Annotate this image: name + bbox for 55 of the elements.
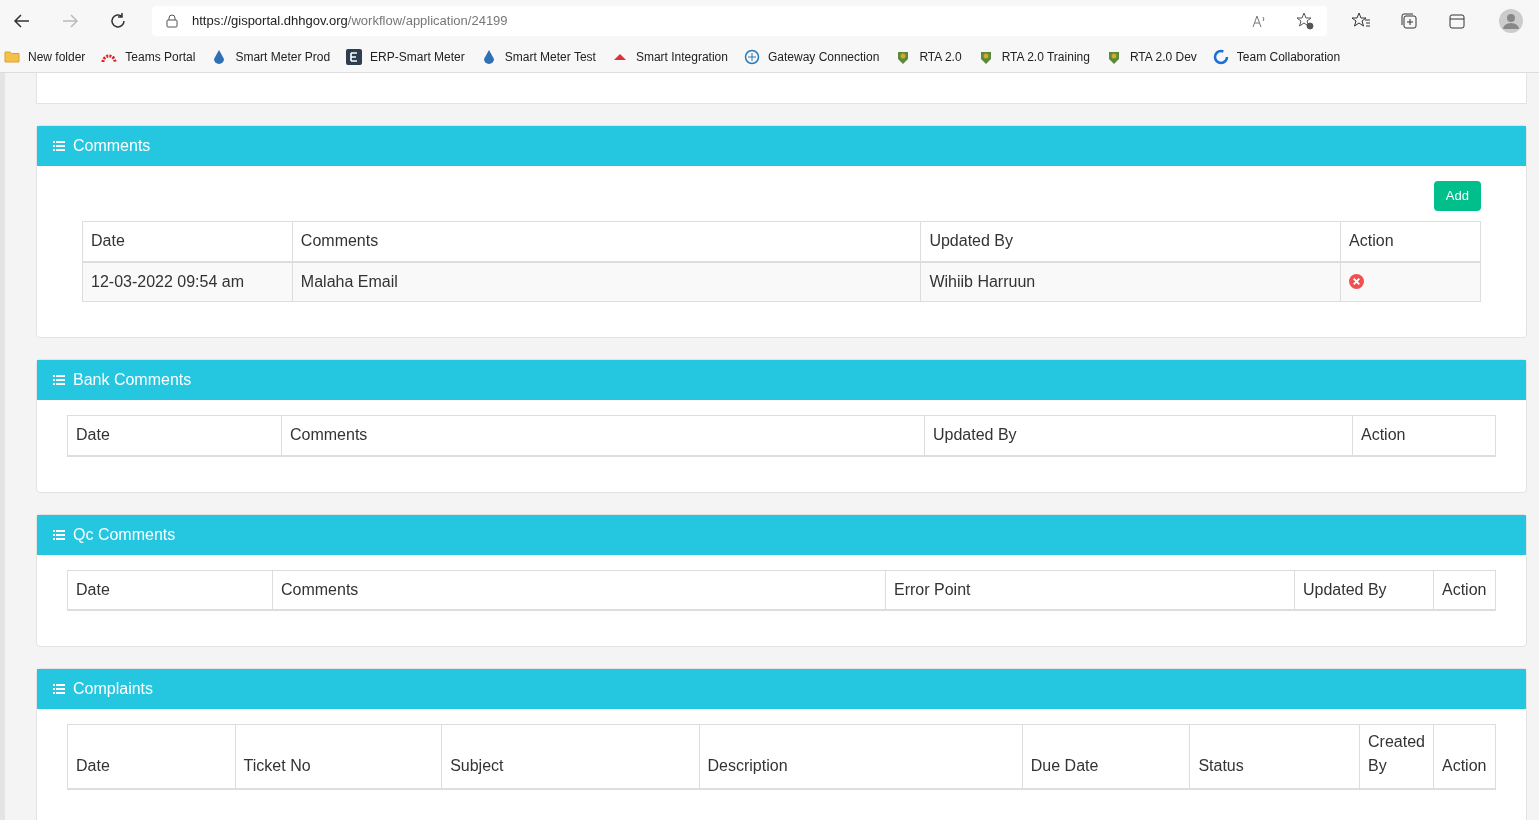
address-bar[interactable]: https://gisportal.dhhgov.org/workflow/application/24199 — [152, 5, 1327, 36]
delete-icon[interactable] — [1349, 274, 1365, 290]
column-header: Subject — [441, 724, 699, 789]
column-header: Error Point — [885, 570, 1295, 610]
column-header: Date — [67, 570, 273, 610]
column-header: Ticket No — [235, 724, 442, 789]
column-header: Updated By — [924, 415, 1353, 456]
bookmark-item[interactable]: RTA 2.0 — [895, 47, 962, 66]
folder-icon — [4, 48, 20, 65]
bookmark-item[interactable]: Team Collaboration — [1212, 47, 1341, 66]
column-header: Date — [67, 415, 282, 456]
ring-icon — [1212, 48, 1229, 65]
profile-avatar-icon[interactable] — [1499, 8, 1523, 33]
column-header: Action — [1340, 221, 1481, 262]
column-header: Date — [67, 724, 236, 789]
column-header: Due Date — [1022, 724, 1190, 789]
column-header: Comments — [272, 570, 886, 610]
url-text: https://gisportal.dhhgov.org/workflow/application/24199 — [192, 11, 508, 30]
bookmark-item[interactable]: ERP-Smart Meter — [346, 47, 465, 66]
section-title: Bank Comments — [73, 370, 192, 390]
column-header: Action — [1433, 570, 1496, 610]
column-header: Updated By — [920, 221, 1341, 262]
bookmark-item[interactable]: Smart Integration — [611, 47, 728, 66]
bookmark-item[interactable]: RTA 2.0 Training — [977, 47, 1090, 66]
column-header: Date — [82, 221, 293, 262]
section-title: Complaints — [73, 679, 154, 699]
list-icon — [53, 140, 65, 152]
bookmark-item[interactable]: Smart Meter Prod — [211, 47, 331, 66]
bookmark-item[interactable]: Gateway Connection — [743, 47, 880, 66]
list-icon — [53, 528, 65, 541]
column-header: Comments — [281, 415, 925, 456]
column-header: Action — [1352, 415, 1496, 456]
column-header: Updated By — [1294, 570, 1434, 610]
column-header: Status — [1189, 724, 1360, 789]
globe-icon — [743, 48, 760, 65]
section-title: Qc Comments — [73, 524, 176, 545]
section-title: Comments — [73, 136, 151, 156]
column-header: Comments — [292, 221, 921, 262]
column-header: Created By — [1359, 724, 1434, 789]
bookmark-item[interactable]: Teams Portal — [101, 47, 196, 66]
lock-icon — [164, 12, 180, 29]
bookmark-item[interactable]: New folder — [4, 47, 86, 66]
table-cell: Wihiib Harruun — [920, 261, 1341, 302]
list-icon — [53, 683, 65, 695]
table-cell: 12-03-2022 09:54 am — [82, 261, 293, 302]
letter-tile-icon — [346, 48, 363, 65]
table-cell: Malaha Email — [292, 261, 921, 302]
column-header: Description — [699, 724, 1023, 789]
column-header: Action — [1433, 724, 1496, 789]
list-icon — [53, 374, 65, 386]
reload-icon[interactable] — [108, 10, 128, 31]
bookmark-item[interactable]: Smart Meter Test — [480, 47, 596, 66]
bookmark-item[interactable]: RTA 2.0 Dev — [1105, 47, 1197, 66]
star-plus-icon[interactable] — [1295, 10, 1315, 31]
collections-icon[interactable] — [1399, 10, 1419, 31]
